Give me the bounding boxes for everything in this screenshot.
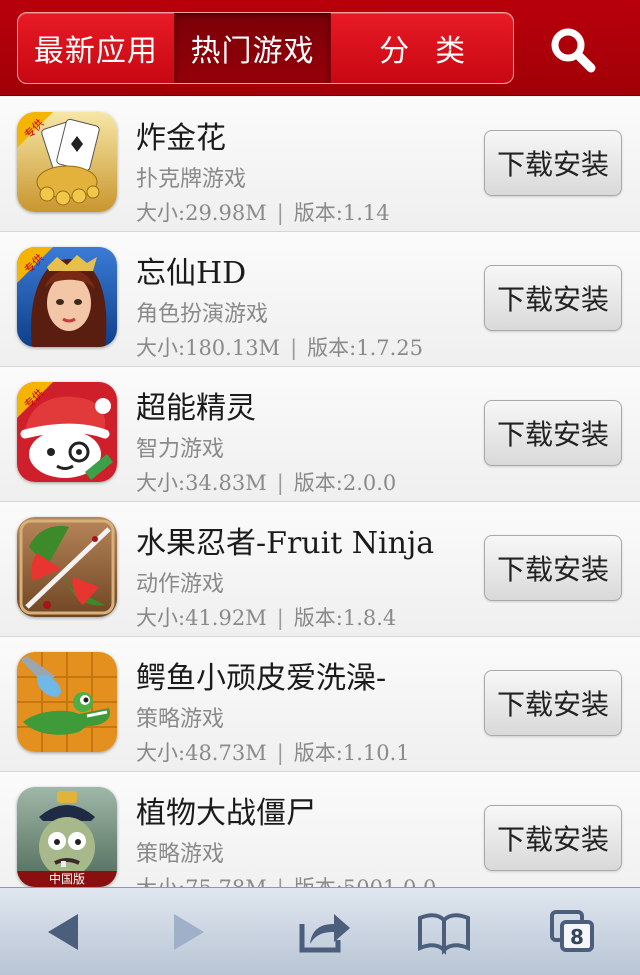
- meta-separator: |: [276, 471, 284, 495]
- tabs-icon: 8: [550, 910, 594, 952]
- tabs-count: 8: [570, 925, 584, 949]
- tab-latest-apps[interactable]: 最新应用: [18, 13, 175, 83]
- tab-hot-games[interactable]: 热门游戏: [174, 13, 332, 83]
- version-label: 版本:: [293, 741, 343, 765]
- back-arrow-icon: [48, 914, 78, 950]
- list-item[interactable]: 专供 忘仙HD 角色扮演游戏 大小:180.13M | 版本:1.7.25 下载安装: [0, 232, 640, 367]
- china-edition-badge: 中国版: [49, 871, 85, 886]
- app-category: 智力游戏: [136, 437, 225, 462]
- search-icon: [551, 28, 596, 73]
- version-label: 版本:: [293, 471, 343, 495]
- meta-separator: |: [276, 741, 284, 765]
- size-label: 大小:: [136, 471, 186, 495]
- app-size: 41.92M: [185, 606, 267, 630]
- app-size: 29.98M: [185, 201, 267, 225]
- poker-game-icon: 专供: [17, 112, 117, 212]
- app-meta: 大小:41.92M | 版本:1.8.4: [136, 602, 396, 632]
- download-install-button[interactable]: 下载安装: [484, 400, 622, 466]
- app-meta: 大小:48.73M | 版本:1.10.1: [136, 737, 410, 767]
- app-version: 5001.0.0: [343, 876, 437, 887]
- tab-categories[interactable]: 分类: [331, 13, 513, 83]
- app-size: 48.73M: [185, 741, 267, 765]
- forward-arrow-icon: [174, 914, 204, 950]
- app-category: 扑克牌游戏: [136, 167, 247, 192]
- crocodile-shower-icon: [17, 652, 117, 752]
- sprite-character-icon: 专供: [17, 382, 117, 482]
- size-label: 大小:: [136, 606, 186, 630]
- meta-separator: |: [276, 606, 284, 630]
- share-button[interactable]: [296, 906, 352, 958]
- app-category: 动作游戏: [136, 572, 225, 597]
- version-label: 版本:: [293, 201, 343, 225]
- meta-separator: |: [277, 876, 284, 887]
- hot-games-list: 专供 炸金花 扑克牌游戏 大小:29.98M | 版本:1.14 下载安装 专供…: [0, 97, 640, 887]
- back-button[interactable]: [36, 906, 92, 958]
- meta-separator: |: [290, 336, 298, 360]
- download-install-button[interactable]: 下载安装: [484, 535, 622, 601]
- forward-button[interactable]: [160, 906, 216, 958]
- app-version: 1.14: [342, 201, 390, 225]
- download-install-button[interactable]: 下载安装: [484, 805, 622, 871]
- app-meta: 大小:75.78M | 版本:5001.0.0: [136, 872, 436, 887]
- app-meta: 大小:29.98M | 版本:1.14: [136, 197, 390, 227]
- zombie-icon: 中国版: [17, 787, 117, 887]
- browser-toolbar: 8: [0, 887, 640, 975]
- app-version: 1.8.4: [342, 606, 397, 630]
- app-name: 忘仙HD: [136, 256, 247, 291]
- list-item[interactable]: 中国版 植物大战僵尸 策略游戏 大小:75.78M | 版本:5001.0.0 下载…: [0, 772, 640, 887]
- app-version: 1.10.1: [342, 741, 410, 765]
- rpg-heroine-icon: 专供: [17, 247, 117, 347]
- tabs-button[interactable]: 8: [546, 906, 602, 958]
- app-size: 180.13M: [185, 336, 281, 360]
- download-install-button[interactable]: 下载安装: [484, 670, 622, 736]
- list-item[interactable]: 专供 超能精灵 智力游戏 大小:34.83M | 版本:2.0.0 下载安装: [0, 367, 640, 502]
- bookmarks-icon: [418, 913, 470, 955]
- size-label: 大小:: [136, 336, 186, 360]
- bookmarks-button[interactable]: [416, 906, 472, 958]
- app-size: 75.78M: [185, 876, 267, 887]
- category-tab-bar: 最新应用 热门游戏 分类: [17, 12, 514, 84]
- app-category: 角色扮演游戏: [136, 302, 269, 327]
- watermelon-slice-icon: [17, 517, 117, 617]
- app-meta: 大小:34.83M | 版本:2.0.0: [136, 467, 396, 497]
- app-version: 1.7.25: [356, 336, 424, 360]
- app-version: 2.0.0: [342, 471, 397, 495]
- list-item[interactable]: 专供 炸金花 扑克牌游戏 大小:29.98M | 版本:1.14 下载安装: [0, 97, 640, 232]
- app-name: 水果忍者-Fruit Ninja: [136, 526, 435, 561]
- app-name: 植物大战僵尸: [136, 796, 316, 831]
- app-meta: 大小:180.13M | 版本:1.7.25: [136, 332, 423, 362]
- version-label: 版本:: [294, 876, 343, 887]
- version-label: 版本:: [293, 606, 343, 630]
- version-label: 版本:: [307, 336, 357, 360]
- size-label: 大小:: [136, 876, 185, 887]
- download-install-button[interactable]: 下载安装: [484, 265, 622, 331]
- size-label: 大小:: [136, 201, 186, 225]
- app-header: 最新应用 热门游戏 分类: [0, 0, 640, 96]
- meta-separator: |: [276, 201, 284, 225]
- share-icon: [299, 914, 350, 953]
- list-item[interactable]: 水果忍者-Fruit Ninja 动作游戏 大小:41.92M | 版本:1.8.4…: [0, 502, 640, 637]
- app-name: 炸金花: [136, 121, 226, 156]
- app-name: 鳄鱼小顽皮爱洗澡-: [136, 661, 387, 696]
- download-install-button[interactable]: 下载安装: [484, 130, 622, 196]
- list-item[interactable]: 鳄鱼小顽皮爱洗澡- 策略游戏 大小:48.73M | 版本:1.10.1 下载安装: [0, 637, 640, 772]
- search-button[interactable]: [545, 24, 601, 76]
- app-name: 超能精灵: [136, 391, 256, 426]
- app-category: 策略游戏: [136, 842, 225, 867]
- app-size: 34.83M: [185, 471, 267, 495]
- size-label: 大小:: [136, 741, 186, 765]
- app-category: 策略游戏: [136, 707, 225, 732]
